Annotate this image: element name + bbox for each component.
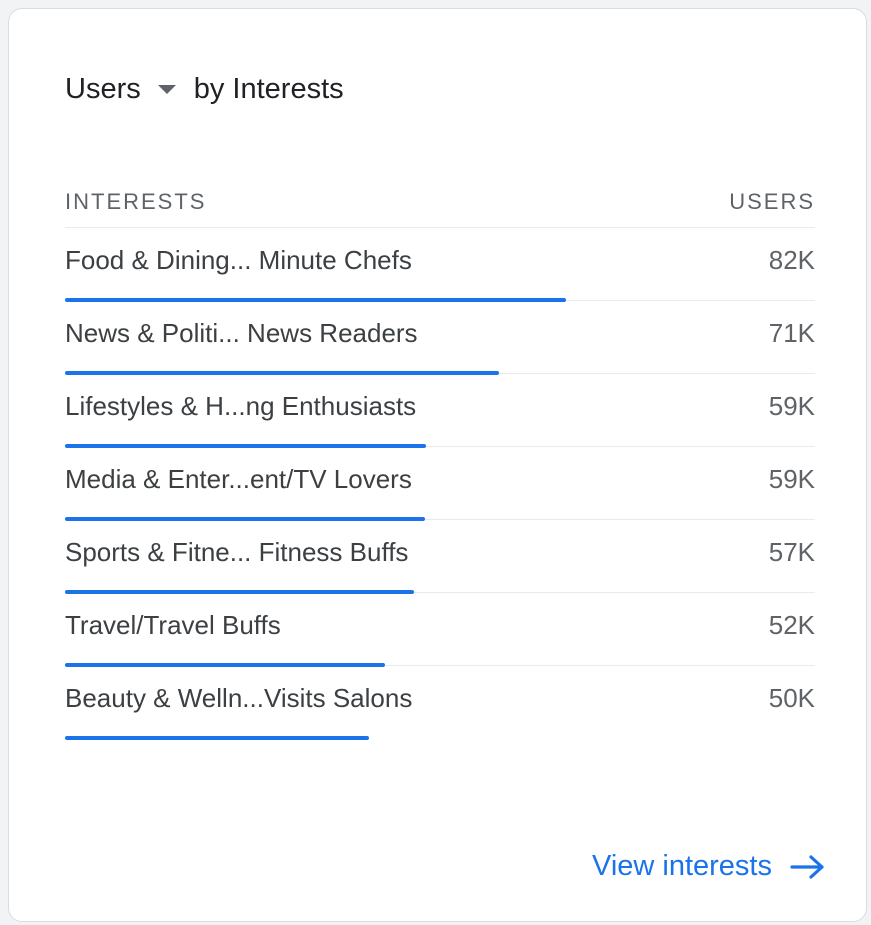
table-row[interactable]: News & Politi... News Readers 71K bbox=[65, 301, 815, 375]
metric-dropdown[interactable]: Users bbox=[65, 73, 194, 106]
interest-label: Beauty & Welln...Visits Salons bbox=[65, 682, 413, 713]
view-interests-label: View interests bbox=[592, 850, 772, 882]
column-header-interests: INTERESTS bbox=[65, 189, 207, 214]
interest-label: Food & Dining... Minute Chefs bbox=[65, 244, 412, 275]
view-interests-link[interactable]: View interests bbox=[592, 850, 826, 883]
interest-label: Sports & Fitne... Fitness Buffs bbox=[65, 536, 409, 567]
users-value: 82K bbox=[768, 244, 815, 275]
caret-down-icon bbox=[157, 85, 176, 94]
interests-table: INTERESTS USERS Food & Dining... Minute … bbox=[65, 177, 815, 740]
interest-label: Travel/Travel Buffs bbox=[65, 609, 281, 640]
table-row[interactable]: Sports & Fitne... Fitness Buffs 57K bbox=[65, 520, 815, 594]
users-value: 59K bbox=[768, 390, 815, 421]
interest-label: Media & Enter...ent/TV Lovers bbox=[65, 463, 412, 494]
users-value: 52K bbox=[768, 609, 815, 640]
interest-label: Lifestyles & H...ng Enthusiasts bbox=[65, 390, 417, 421]
table-row[interactable]: Beauty & Welln...Visits Salons 50K bbox=[65, 666, 815, 740]
dimension-label: by Interests bbox=[193, 73, 344, 105]
users-by-interests-card: Users by Interests INTERESTS USERS Food … bbox=[8, 8, 867, 922]
table-row[interactable]: Food & Dining... Minute Chefs 82K bbox=[65, 228, 815, 302]
metric-label: Users bbox=[65, 73, 141, 105]
table-row[interactable]: Travel/Travel Buffs 52K bbox=[65, 593, 815, 667]
card-header: Users by Interests bbox=[65, 73, 344, 106]
proportion-bar bbox=[65, 736, 369, 740]
table-row[interactable]: Media & Enter...ent/TV Lovers 59K bbox=[65, 447, 815, 521]
column-header-users: USERS bbox=[729, 189, 815, 214]
table-row[interactable]: Lifestyles & H...ng Enthusiasts 59K bbox=[65, 374, 815, 448]
users-value: 50K bbox=[768, 682, 815, 713]
users-value: 71K bbox=[768, 317, 815, 348]
users-value: 59K bbox=[768, 463, 815, 494]
arrow-right-icon bbox=[790, 854, 826, 880]
interest-label: News & Politi... News Readers bbox=[65, 317, 418, 348]
table-header: INTERESTS USERS bbox=[65, 177, 815, 228]
users-value: 57K bbox=[768, 536, 815, 567]
